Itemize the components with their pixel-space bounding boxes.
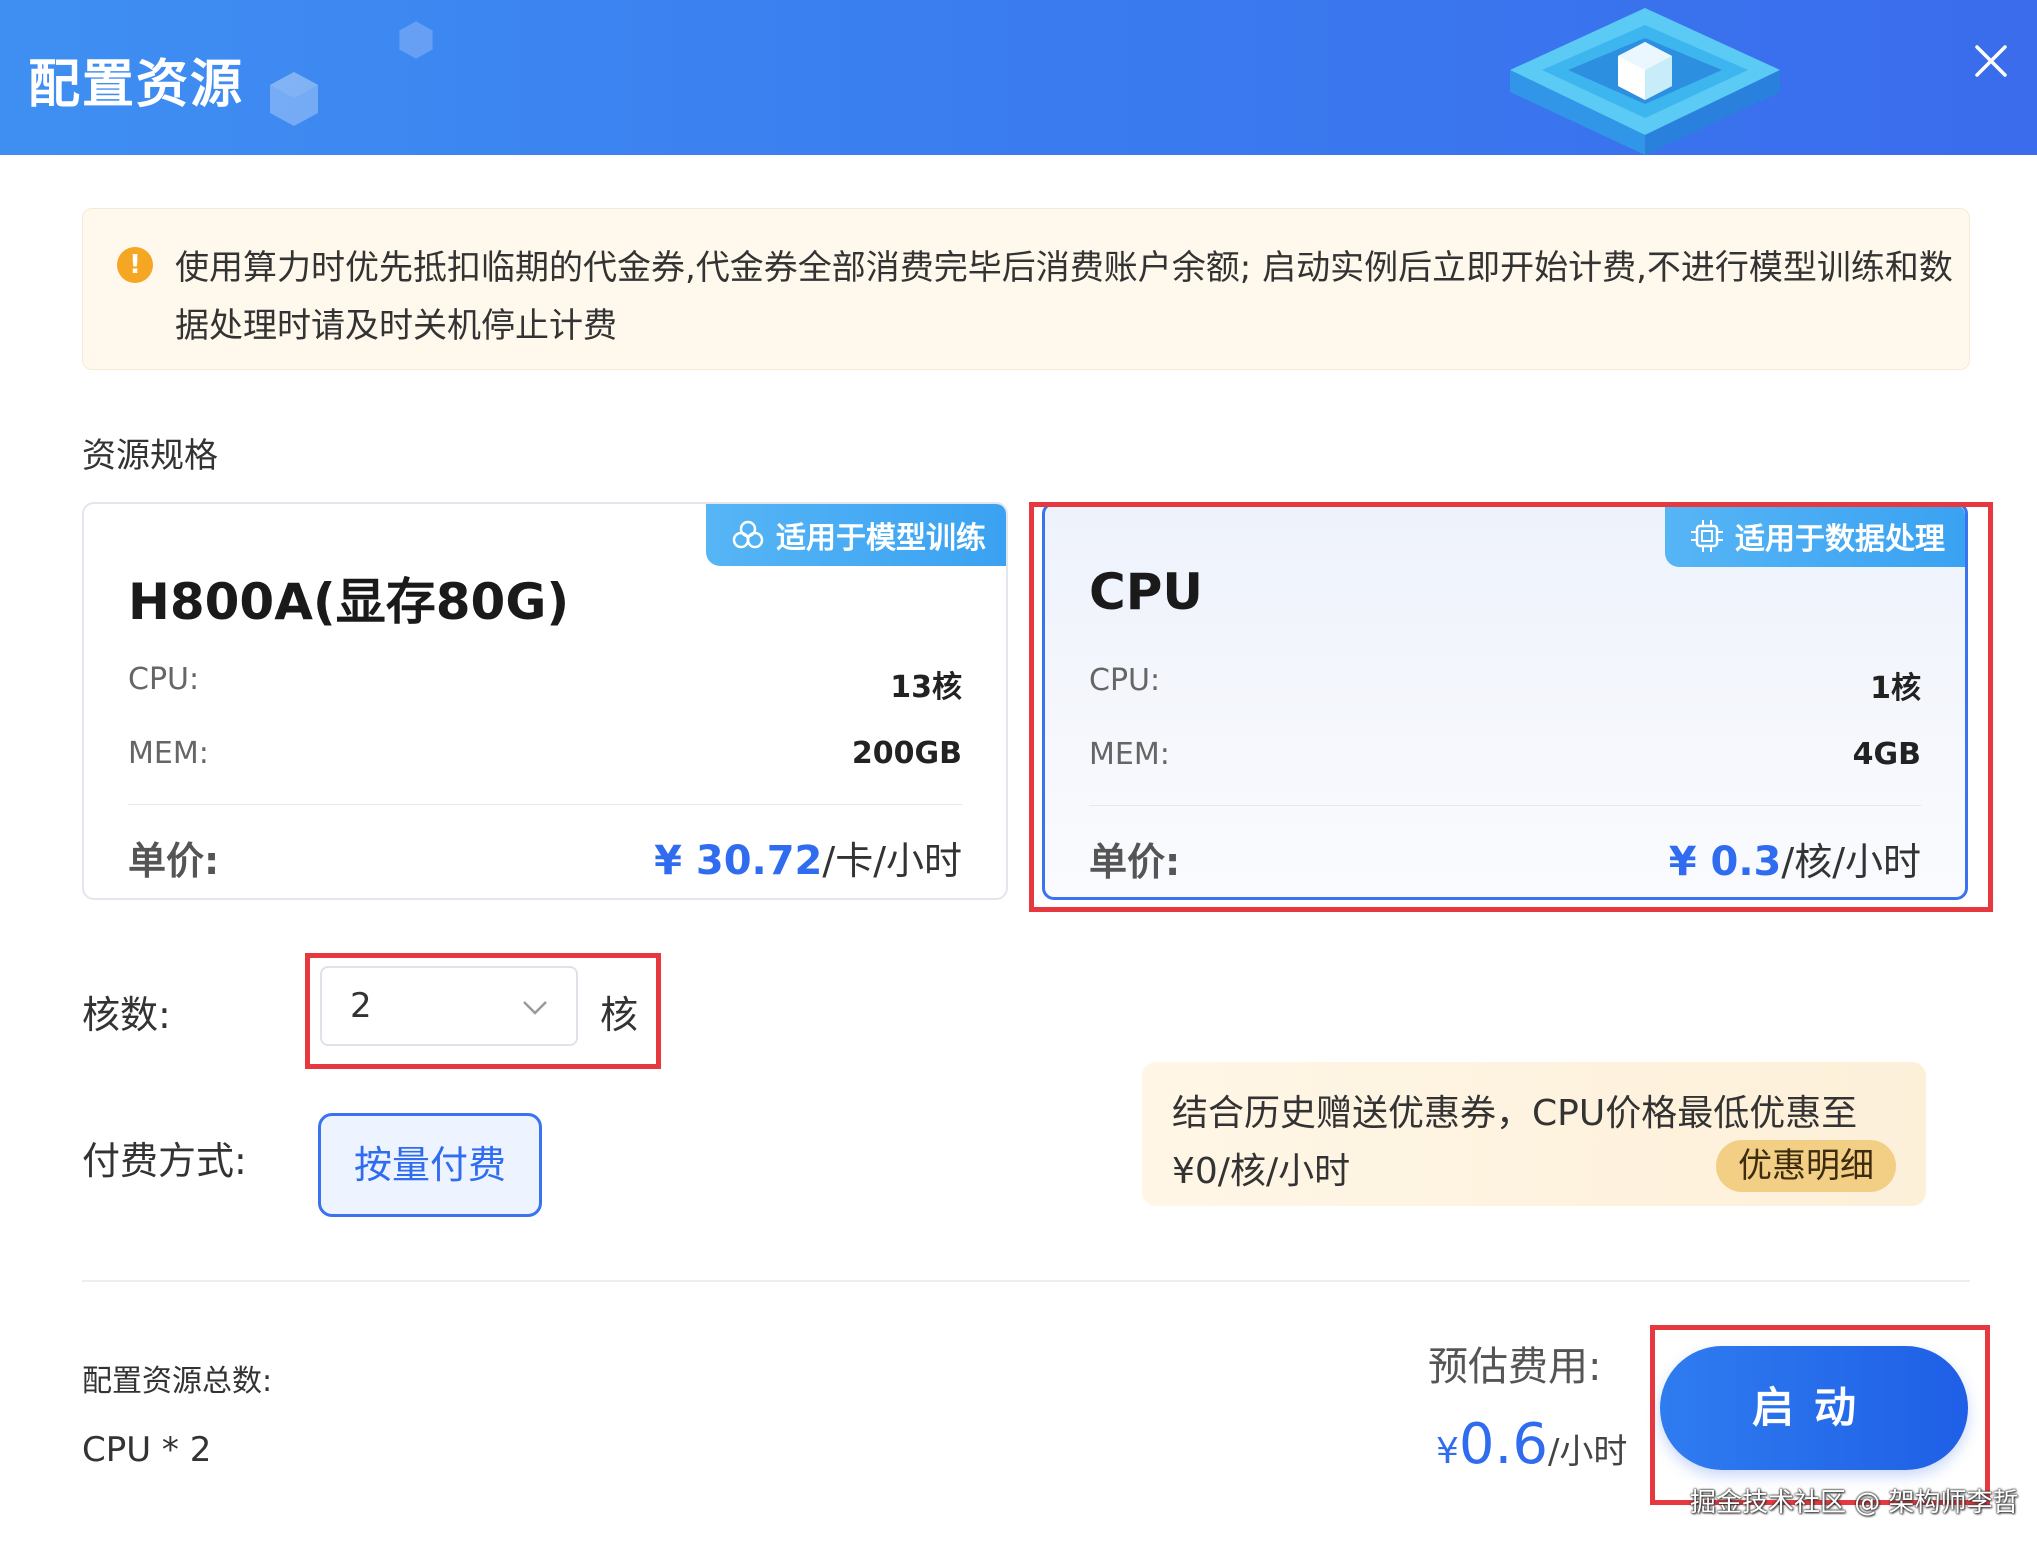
cpu-value: 13核: [890, 670, 962, 705]
card-tag-label: 适用于数据处理: [1735, 522, 1945, 557]
cpu-label: CPU:: [1089, 663, 1161, 698]
model-training-icon: [732, 520, 764, 549]
resource-card-h800a[interactable]: 适用于模型训练 H800A(显存80G) CPU: 13核 MEM: 200GB…: [82, 502, 1008, 900]
cube-decoration-icon: [399, 21, 433, 59]
card-tag: 适用于模型训练: [706, 504, 1006, 566]
notice-text: 使用算力时优先抵扣临期的代金券,代金券全部消费完毕后消费账户余额; 启动实例后立…: [175, 248, 1953, 346]
server-cube-illustration: [1510, 8, 1780, 155]
dialog-title: 配置资源: [28, 55, 245, 115]
card-mem-row: MEM: 200GB: [128, 736, 962, 771]
price-value: ¥ 0.3: [1668, 839, 1782, 885]
chip-icon: [1691, 520, 1723, 552]
dialog-header: 配置资源: [0, 0, 2037, 155]
cores-select-value: 2: [350, 986, 372, 1026]
footer-divider: [82, 1280, 1970, 1282]
total-resources-label: 配置资源总数:: [82, 1364, 273, 1399]
card-title: CPU: [1089, 563, 1203, 621]
card-tag: 适用于数据处理: [1665, 505, 1965, 567]
pay-as-you-go-button[interactable]: 按量付费: [318, 1113, 542, 1217]
mem-value: 4GB: [1852, 737, 1921, 772]
card-price-row: 单价: ¥ 0.3/核/小时: [1089, 831, 1921, 886]
card-title: H800A(显存80G): [128, 573, 570, 631]
watermark: 掘金技术社区 @ 架构师李哲: [1690, 1488, 2019, 1518]
resource-spec-label: 资源规格: [82, 436, 218, 476]
chevron-down-icon: [523, 1001, 547, 1015]
cpu-value: 1核: [1870, 671, 1921, 706]
cpu-label: CPU:: [128, 662, 200, 697]
card-tag-label: 适用于模型训练: [776, 521, 986, 556]
card-divider: [128, 804, 962, 805]
close-icon: [1975, 45, 2007, 77]
card-mem-row: MEM: 4GB: [1089, 737, 1921, 772]
close-button[interactable]: [1965, 36, 2017, 88]
billing-notice: ! 使用算力时优先抵扣临期的代金券,代金券全部消费完毕后消费账户余额; 启动实例…: [82, 208, 1970, 370]
discount-details-button[interactable]: 优惠明细: [1716, 1140, 1896, 1192]
payment-label: 付费方式:: [82, 1139, 247, 1183]
price-value: ¥ 30.72: [654, 838, 823, 884]
warning-icon: !: [117, 247, 153, 283]
mem-value: 200GB: [851, 736, 962, 771]
card-divider: [1089, 805, 1921, 806]
cube-decoration-icon: [270, 72, 318, 126]
mem-label: MEM:: [1089, 737, 1170, 772]
price-label: 单价:: [128, 839, 220, 883]
config-resource-dialog: 配置资源 ! 使用算力时优先抵扣临期的代金券,代金券全部消费完毕后消费账户余额;…: [0, 0, 2037, 1552]
promo-banner: 结合历史赠送优惠券，CPU价格最低优惠至 ¥0/核/小时 优惠明细: [1142, 1062, 1926, 1206]
cores-select[interactable]: 2: [320, 966, 578, 1046]
card-cpu-row: CPU: 1核: [1089, 663, 1921, 707]
start-button[interactable]: 启动: [1660, 1346, 1968, 1470]
estimate-unit: /小时: [1547, 1432, 1628, 1472]
price-unit: /核/小时: [1781, 840, 1921, 884]
total-resources-value: CPU * 2: [82, 1430, 212, 1470]
price-label: 单价:: [1089, 840, 1181, 884]
card-cpu-row: CPU: 13核: [128, 662, 962, 706]
price-unit: /卡/小时: [822, 839, 962, 883]
estimated-cost-label: 预估费用:: [1428, 1344, 1602, 1390]
mem-label: MEM:: [128, 736, 209, 771]
cores-label: 核数:: [82, 993, 171, 1037]
estimated-cost-value: ¥0.6/小时: [1436, 1412, 1627, 1477]
estimate-currency: ¥: [1436, 1431, 1459, 1472]
card-price-row: 单价: ¥ 30.72/卡/小时: [128, 830, 962, 885]
promo-price: ¥0/核/小时: [1172, 1151, 1351, 1192]
resource-card-cpu[interactable]: 适用于数据处理 CPU CPU: 1核 MEM: 4GB 单价: ¥ 0.3/核…: [1042, 502, 1968, 900]
promo-text: 结合历史赠送优惠券，CPU价格最低优惠至: [1172, 1093, 1858, 1134]
cores-unit: 核: [600, 993, 639, 1037]
estimate-amount: 0.6: [1458, 1412, 1548, 1477]
